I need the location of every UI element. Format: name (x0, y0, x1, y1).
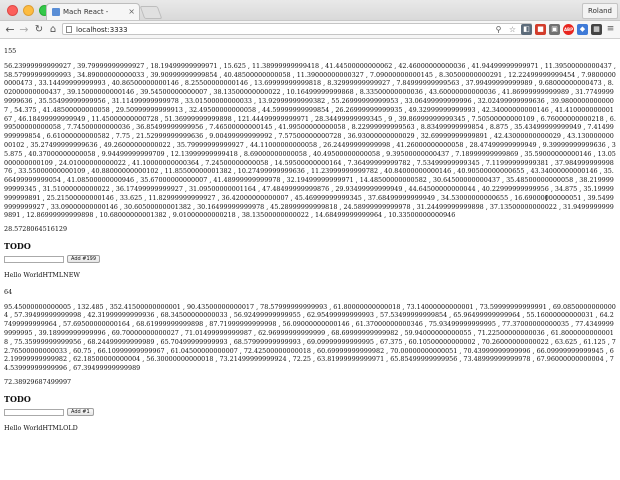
window-controls (7, 5, 50, 16)
address-bar-url: localhost:3333 (76, 26, 128, 34)
add-todo-button[interactable]: Add #1 (67, 408, 94, 417)
timing-average: 72.38929687499997 (4, 377, 72, 386)
puzzle-extension-icon[interactable]: ◧ (521, 24, 532, 35)
browser-tab[interactable]: Mach React - Benchmark × (46, 3, 140, 32)
todo-form: Add #1 (4, 408, 616, 417)
blue-extension-icon[interactable]: ◆ (577, 24, 588, 35)
todo-input[interactable] (4, 408, 64, 416)
mouse-cursor-icon: I (545, 194, 548, 203)
page-info-icon[interactable] (66, 26, 72, 33)
timing-values: 95.45000000000005 , 132.485 , 352.415000… (4, 302, 616, 373)
result-count: 155 (4, 47, 17, 55)
profile-button[interactable]: Roland (582, 3, 618, 19)
home-icon[interactable]: ⌂ (47, 23, 59, 36)
back-arrow-icon[interactable]: ← (4, 23, 16, 36)
gray-extension-icon[interactable]: ▣ (549, 24, 560, 35)
timing-values: 56.23999999999927 , 39.79999999999927 , … (4, 61, 616, 220)
add-todo-button[interactable]: Add #199 (67, 255, 101, 264)
close-window-button[interactable] (7, 5, 18, 16)
adblock-icon[interactable]: ABP (563, 24, 574, 35)
result-count: 64 (4, 287, 13, 296)
menu-icon[interactable]: ≡ (605, 24, 616, 35)
extension-bar: ⚲ ☆ ◧ ■ ▣ ABP ◆ ▦ ≡ (493, 24, 616, 35)
hello-text: Hello WorldHTMLNEW (4, 270, 80, 279)
timing-average: 28.572806451612​9 (4, 225, 68, 234)
address-bar[interactable]: localhost:3333 (62, 23, 532, 35)
browser-toolbar: ← → ↻ ⌂ localhost:3333 ⚲ ☆ ◧ ■ ▣ ABP ◆ ▦… (0, 21, 620, 39)
star-icon[interactable]: ☆ (507, 24, 518, 35)
tab-close-icon[interactable]: × (128, 4, 135, 20)
new-tab-button[interactable] (139, 6, 163, 19)
hello-text: Hello WorldHTMLOLD (4, 423, 78, 432)
todo-heading: TODO (4, 240, 31, 251)
reload-icon[interactable]: ↻ (33, 23, 45, 36)
search-icon[interactable]: ⚲ (493, 24, 504, 35)
todo-input[interactable] (4, 255, 64, 263)
red-extension-icon[interactable]: ■ (535, 24, 546, 35)
browser-titlebar: Mach React - Benchmark × Roland (0, 0, 620, 32)
todo-heading: TODO (4, 393, 31, 404)
page-favicon-icon (52, 8, 60, 16)
minimize-window-button[interactable] (23, 5, 34, 16)
todo-form: Add #199 (4, 255, 616, 264)
page-content: 155 56.23999999999927 , 39.7999999999992… (0, 47, 620, 433)
forward-arrow-icon[interactable]: → (18, 23, 30, 36)
dark-extension-icon[interactable]: ▦ (591, 24, 602, 35)
